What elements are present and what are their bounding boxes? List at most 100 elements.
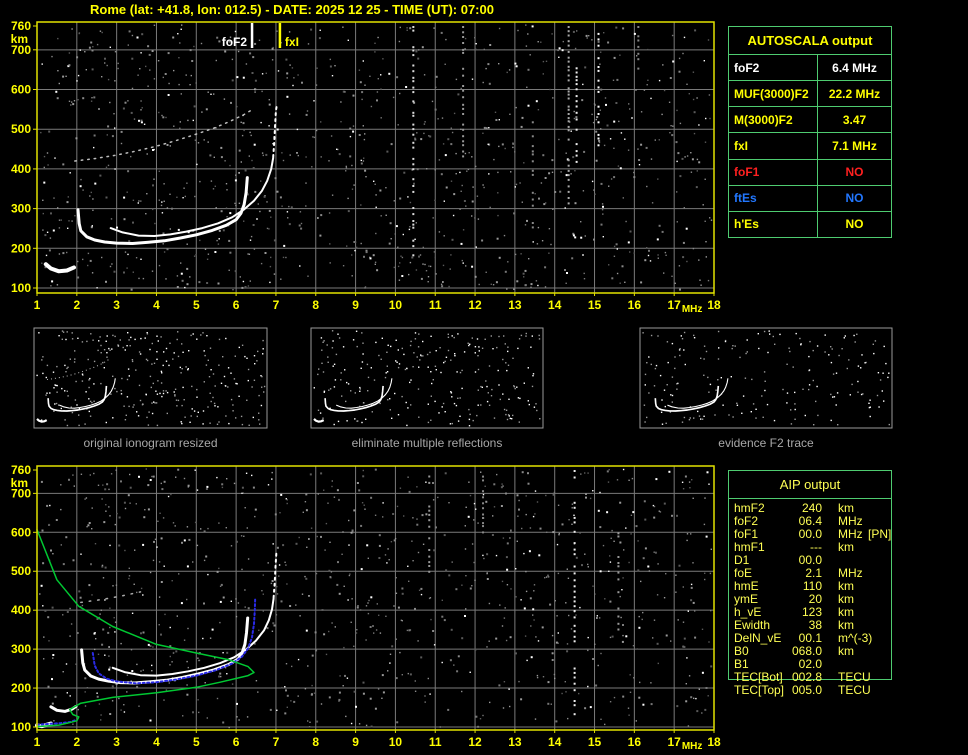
thumbnail-caption-original: original ionogram resized [83,436,218,450]
aip-row-note [868,580,892,593]
y-tick-label: 400 [11,603,31,617]
y-tick-label: 600 [11,83,31,97]
y-tick-label: 600 [11,525,31,539]
autoscala-row-value: 6.4 MHz [832,60,877,75]
x-tick-label: 17 [667,735,681,749]
x-tick-label: 18 [707,735,721,749]
aip-row-note: [PN] [868,527,892,541]
autoscala-row-value: 3.47 [842,112,867,127]
autoscala-row-label: h'Es [729,211,818,237]
x-tick-label: 8 [312,735,319,749]
table-row: ftEs NO [729,185,891,212]
x-tick-label: 15 [588,298,602,312]
y-tick-label: 100 [11,720,31,734]
table-row: fxI 7.1 MHz [729,133,891,160]
x-axis-unit: MHz [682,304,703,315]
table-row: foF1 NO [729,159,891,186]
x-tick-label: 7 [273,298,280,312]
y-tick-label: 760 [11,463,31,477]
x-tick-label: 10 [389,735,403,749]
x-tick-label: 17 [667,298,681,312]
thumbnail-panel-0 [33,327,268,429]
autoscala-row-label: fxI [729,133,818,159]
x-tick-label: 11 [429,735,442,749]
y-tick-label: 400 [11,162,31,176]
table-row: foF2 6.4 MHz [729,55,891,82]
x-tick-label: 16 [628,298,642,312]
plot-border [36,21,715,294]
autoscala-row-value: NO [845,191,864,206]
autoscala-output-table: AUTOSCALA output foF2 6.4 MHz MUF(3000)F2 2… [728,26,892,238]
x-tick-label: 14 [548,298,562,312]
x-tick-label: 18 [707,298,721,312]
autoscala-header: AUTOSCALA output [729,27,891,55]
autoscala-rows: foF2 6.4 MHz MUF(3000)F2 22.2 MHz M(3000)F2 3… [729,55,891,237]
aip-row-value: 005.0 [791,683,822,697]
x-tick-label: 11 [429,298,442,312]
x-tick-label: 2 [73,298,80,312]
aip-row-unit: km [838,644,854,658]
table-row: M(3000)F2 3.47 [729,107,891,134]
x-tick-label: 1 [34,298,41,312]
aip-header: AIP output [729,471,891,499]
page-title: Rome (lat: +41.8, lon: 012.5) - DATE: 20… [90,2,494,17]
thumbnail-panel-2 [639,327,893,429]
autoscala-row-value: 7.1 MHz [832,138,877,153]
series-E-echo [43,262,76,274]
autoscala-row-value: NO [845,165,864,180]
aip-row-note [868,502,892,515]
y-tick-label: 300 [11,642,31,656]
x-tick-label: 6 [233,735,240,749]
aip-row-note [868,541,892,554]
series-second-hop [80,591,142,604]
thumbnail-border [639,327,893,429]
x-tick-label: 3 [113,298,120,312]
autoscala-row-label: M(3000)F2 [729,107,818,133]
table-row: TEC[Top] 005.0 TECU [734,684,892,697]
x-tick-label: 8 [312,298,319,312]
aip-row-note [868,593,892,606]
thumbnail-caption-eliminate: eliminate multiple reflections [351,436,503,450]
x-tick-label: 3 [113,735,120,749]
aip-row-note [868,554,892,567]
table-row: h'Es NO [729,211,891,237]
autoscala-row-label: foF2 [729,55,818,81]
x-tick-label: 12 [468,735,482,749]
thumbnail-panel-1 [310,327,544,429]
y-tick-label: 200 [11,241,31,255]
autoscala-row-value: NO [845,217,864,232]
thumbnail-border [33,327,268,429]
aip-row-note [868,567,892,580]
aip-row-name: TEC[Top] [734,683,785,697]
y-axis-unit: km [11,32,28,46]
bottom-ionogram: 1 2 3 4 5 6 7 8 9 10 11 12 13 14 15 16 17 18MHz7607006005… [11,463,721,752]
x-axis-unit: MHz [682,741,703,752]
x-tick-label: 1 [34,735,41,749]
aip-row-note [872,632,892,645]
x-tick-label: 5 [193,298,200,312]
x-tick-label: 15 [588,735,602,749]
thumbnail-border [310,327,544,429]
aip-row-note [868,658,892,671]
aip-row-unit: km [838,540,854,554]
y-axis-unit: km [11,476,28,490]
aip-row-note [868,645,892,658]
series-second-hop [74,107,255,162]
y-tick-label: 100 [11,281,31,295]
aip-row-note [868,606,892,619]
y-tick-label: 760 [11,19,31,33]
annotation-label-fxI: fxI [285,35,299,49]
x-tick-label: 10 [389,298,403,312]
x-tick-label: 9 [352,298,359,312]
x-tick-label: 16 [628,735,642,749]
x-tick-label: 2 [73,735,80,749]
x-tick-label: 12 [468,298,482,312]
y-tick-label: 300 [11,202,31,216]
x-tick-label: 4 [153,735,160,749]
autoscala-row-label: foF1 [729,159,818,185]
aip-output-table: hmF2 240 km foF2 06.4 MHz foF1 00.0 MHz [PN] hmF1-… [734,502,892,697]
autoscala-screen: foF2 fxI 1 2 3 4 5 6 7 8 9 10 11 12 13 14 15 16 17 18 MHz 760… [0,0,968,755]
thumbnail-caption-evidence: evidence F2 trace [718,436,814,450]
plot-border [36,465,715,731]
autoscala-row-value: 22.2 MHz [828,86,881,101]
